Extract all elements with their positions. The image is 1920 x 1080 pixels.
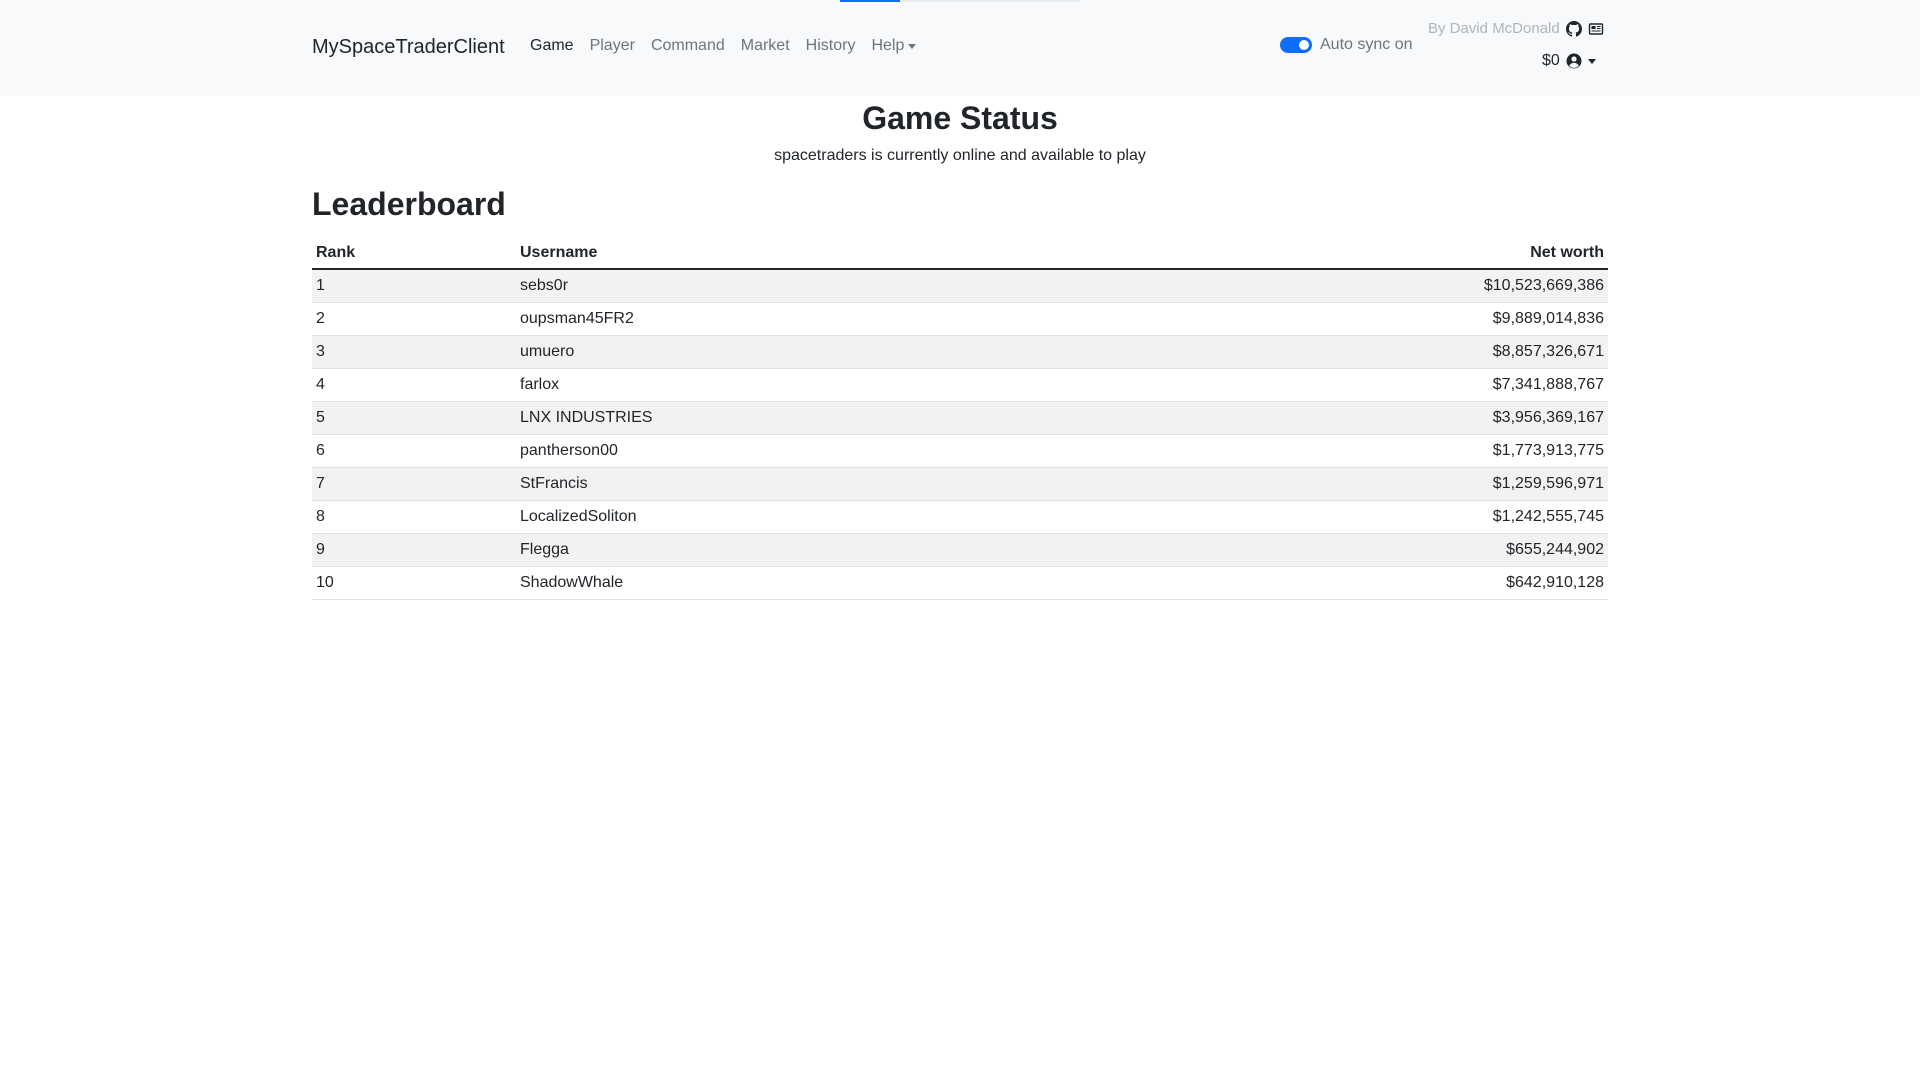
- newspaper-icon[interactable]: [1588, 21, 1604, 37]
- nav-link-command[interactable]: Command: [643, 37, 733, 55]
- table-row: 10 ShadowWhale $642,910,128: [312, 566, 1608, 600]
- nav-dropdown-help[interactable]: Help: [863, 37, 924, 55]
- username-cell: sebs0r: [516, 269, 1088, 303]
- rank-cell: 8: [312, 500, 516, 534]
- byline: By David McDonald: [1428, 20, 1604, 37]
- brand-link[interactable]: MySpaceTraderClient: [312, 36, 505, 59]
- github-icon[interactable]: [1565, 20, 1582, 37]
- username-cell: LocalizedSoliton: [516, 500, 1088, 534]
- username-cell: Flegga: [516, 533, 1088, 567]
- username-cell: LNX INDUSTRIES: [516, 401, 1088, 435]
- account-area: $0: [1542, 52, 1596, 70]
- table-row: 4 farlox $7,341,888,767: [312, 368, 1608, 402]
- net-worth-cell: $655,244,902: [1087, 533, 1608, 567]
- net-worth-cell: $10,523,669,386: [1087, 269, 1608, 303]
- nav-link-market-label: Market: [740, 37, 790, 54]
- leaderboard-table: Rank Username Net worth 1 sebs0r $10,523…: [312, 236, 1608, 600]
- rank-cell: 9: [312, 533, 516, 567]
- nav-link-player-label: Player: [589, 37, 635, 54]
- net-worth-cell: $3,956,369,167: [1087, 401, 1608, 435]
- main-nav: Game Player Command Market History Help: [522, 37, 924, 55]
- rank-cell: 7: [312, 467, 516, 501]
- username-cell: farlox: [516, 368, 1088, 402]
- rank-cell: 2: [312, 302, 516, 336]
- column-header-net-worth[interactable]: Net worth: [1087, 236, 1608, 270]
- net-worth-cell: $7,341,888,767: [1087, 368, 1608, 402]
- nav-link-game-label: Game: [530, 37, 574, 54]
- username-cell: pantherson00: [516, 434, 1088, 468]
- table-row: 9 Flegga $655,244,902: [312, 533, 1608, 567]
- rank-cell: 3: [312, 335, 516, 369]
- game-status-message: spacetraders is currently online and ava…: [774, 147, 1146, 164]
- net-worth-cell: $9,889,014,836: [1087, 302, 1608, 336]
- nav-link-market[interactable]: Market: [733, 37, 798, 55]
- column-header-rank[interactable]: Rank: [312, 236, 516, 270]
- net-worth-cell: $642,910,128: [1087, 566, 1608, 600]
- table-header-row: Rank Username Net worth: [312, 236, 1608, 270]
- table-row: 2 oupsman45FR2 $9,889,014,836: [312, 302, 1608, 336]
- net-worth-cell: $1,242,555,745: [1087, 500, 1608, 534]
- top-navbar: MySpaceTraderClient Game Player Command …: [0, 0, 1920, 96]
- net-worth-cell: $8,857,326,671: [1087, 335, 1608, 369]
- caret-down-icon: [908, 43, 917, 49]
- leaderboard-title: Leaderboard: [312, 186, 506, 222]
- column-header-username[interactable]: Username: [516, 236, 1088, 270]
- rank-cell: 4: [312, 368, 516, 402]
- nav-link-command-label: Command: [650, 37, 725, 54]
- table-row: 5 LNX INDUSTRIES $3,956,369,167: [312, 401, 1608, 435]
- nav-link-game[interactable]: Game: [522, 37, 582, 55]
- table-row: 7 StFrancis $1,259,596,971: [312, 467, 1608, 501]
- table-row: 6 pantherson00 $1,773,913,775: [312, 434, 1608, 468]
- auto-sync-toggle[interactable]: [1280, 37, 1312, 53]
- auto-sync-control: Auto sync on: [1280, 36, 1413, 54]
- nav-link-player[interactable]: Player: [582, 37, 643, 55]
- username-cell: umuero: [516, 335, 1088, 369]
- navbar-container: MySpaceTraderClient Game Player Command …: [312, 0, 1608, 96]
- byline-text: By David McDonald: [1428, 20, 1560, 37]
- rank-cell: 6: [312, 434, 516, 468]
- table-row: 3 umuero $8,857,326,671: [312, 335, 1608, 369]
- nav-link-history[interactable]: History: [798, 37, 864, 55]
- rank-cell: 5: [312, 401, 516, 435]
- nav-link-history-label: History: [805, 37, 856, 54]
- username-cell: StFrancis: [516, 467, 1088, 501]
- main-content: Game Status spacetraders is currently on…: [312, 96, 1608, 600]
- username-cell: ShadowWhale: [516, 566, 1088, 600]
- nav-link-help-label: Help: [871, 37, 905, 54]
- auto-sync-label: Auto sync on: [1320, 36, 1413, 53]
- table-row: 8 LocalizedSoliton $1,242,555,745: [312, 500, 1608, 534]
- rank-cell: 1: [312, 269, 516, 303]
- user-circle-icon: [1566, 53, 1582, 69]
- caret-down-icon: [1587, 58, 1596, 64]
- table-row: 1 sebs0r $10,523,669,386: [312, 269, 1608, 303]
- credits-display: $0: [1542, 52, 1560, 69]
- user-menu-toggle[interactable]: [1566, 53, 1596, 69]
- page-title: Game Status: [862, 100, 1058, 136]
- rank-cell: 10: [312, 566, 516, 600]
- net-worth-cell: $1,259,596,971: [1087, 467, 1608, 501]
- net-worth-cell: $1,773,913,775: [1087, 434, 1608, 468]
- toggle-knob: [1299, 40, 1309, 50]
- username-cell: oupsman45FR2: [516, 302, 1088, 336]
